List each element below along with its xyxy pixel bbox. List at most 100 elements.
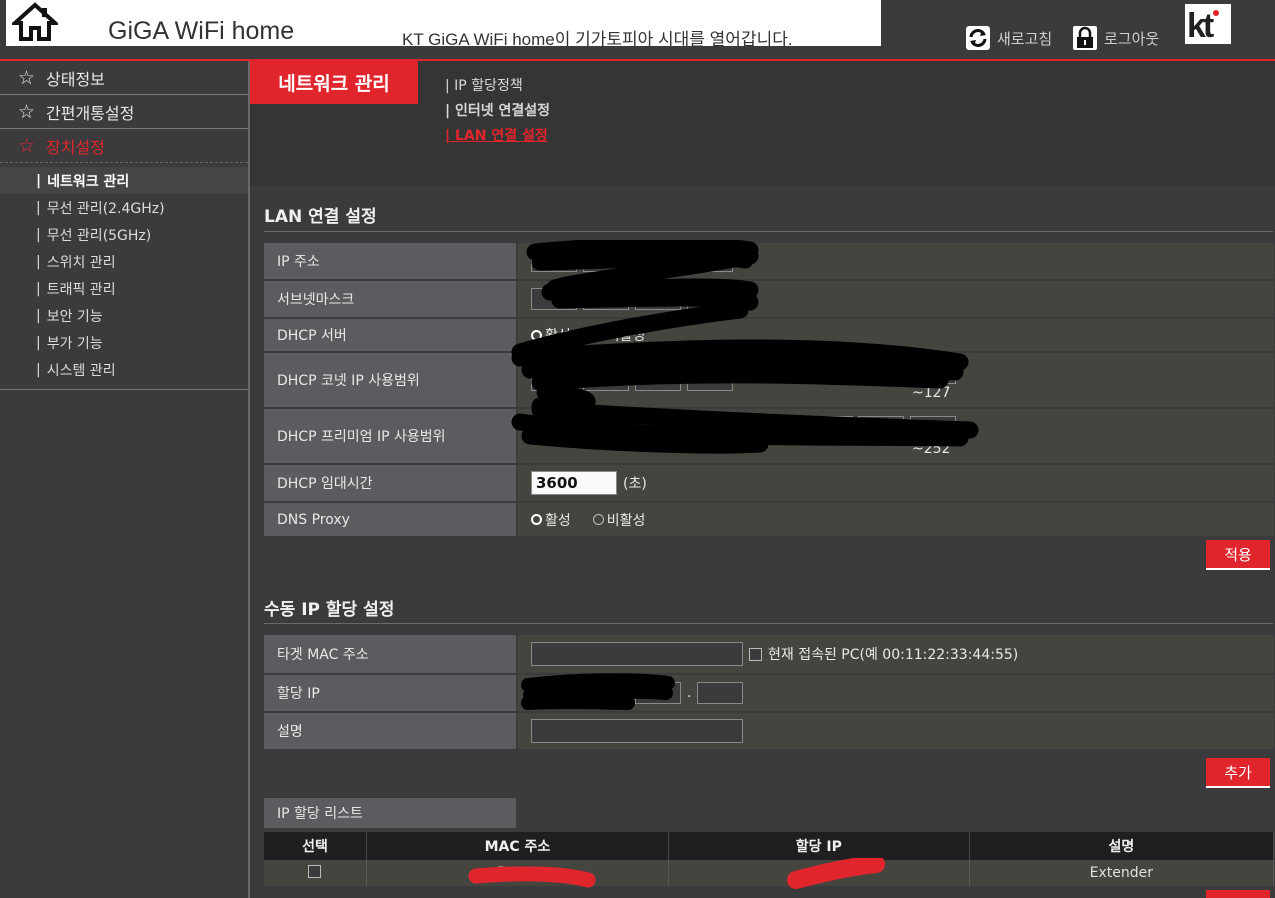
ip-octet-4[interactable] — [687, 250, 733, 272]
row-checkbox[interactable] — [308, 864, 322, 878]
dhcp-active-radio[interactable]: 활성 — [531, 325, 571, 345]
sidebar-item-label: 간편개통설정 — [46, 103, 135, 123]
dns-active-radio[interactable]: 활성 — [531, 510, 571, 530]
star-icon: ☆ — [18, 66, 36, 89]
ip-octet-1[interactable] — [531, 250, 577, 272]
sidebar-subitem-network[interactable]: | 네트워크 관리 — [0, 167, 248, 194]
subnet-octet-2[interactable] — [583, 288, 629, 310]
table-row: B0 12 17 Extender — [264, 860, 1275, 886]
cornet-end-note: ~127 — [912, 385, 951, 401]
main-content: 네트워크 관리 | IP 할당정책 | 인터넷 연결설정 | LAN 연결 설정… — [250, 61, 1275, 898]
mac-input[interactable] — [531, 642, 743, 666]
dhcp-inactive-radio[interactable]: 비활성 — [592, 325, 645, 345]
sub-nav: | IP 할당정책 | 인터넷 연결설정 | LAN 연결 설정 — [445, 75, 550, 150]
sidebar-subitem-extra[interactable]: | 부가 기능 — [0, 329, 248, 356]
sidebar-item-label: 상태정보 — [46, 69, 105, 89]
sidebar-item-status[interactable]: ☆ 상태정보 — [0, 61, 248, 95]
subnav-lan[interactable]: | LAN 연결 설정 — [445, 125, 550, 150]
ip-list-table: 선택 MAC 주소 할당 IP 설명 B0 12 17 Extender — [264, 832, 1275, 886]
subnet-octet-3[interactable] — [635, 288, 681, 310]
premium-octet-a[interactable] — [755, 416, 801, 438]
dns-proxy-value: 활성 비활성 — [518, 503, 1274, 536]
premium-end-note: ~252 — [912, 441, 951, 457]
row-dhcp-premium: DHCP 프리미엄 IP 사용범위 128~ ~252 — [264, 409, 1274, 463]
subnav-ip-policy[interactable]: | IP 할당정책 — [445, 75, 550, 100]
premium-end-octet[interactable] — [910, 416, 956, 438]
apply-button[interactable]: 적용 — [1206, 540, 1270, 570]
lease-label: DHCP 임대시간 — [264, 465, 516, 501]
col-select: 선택 — [264, 832, 367, 860]
top-bar: GiGA WiFi home KT GiGA WiFi home이 기가토피아 … — [0, 0, 1275, 60]
dns-inactive-radio[interactable]: 비활성 — [592, 510, 645, 530]
tagline: KT GiGA WiFi home이 기가토피아 시대를 열어갑니다. — [402, 30, 793, 49]
home-icon[interactable] — [12, 2, 58, 42]
logout-label: 로그아웃 — [1104, 29, 1160, 48]
sidebar-subitem-traffic[interactable]: | 트래픽 관리 — [0, 275, 248, 302]
subnet-value — [518, 281, 1274, 317]
row-dns-proxy: DNS Proxy 활성 비활성 — [264, 503, 1274, 536]
row-assign-ip: 할당 IP . — [264, 675, 1274, 711]
sidebar-subitem-switch[interactable]: | 스위치 관리 — [0, 248, 248, 275]
subnet-octet-1[interactable] — [531, 288, 577, 310]
cornet-octet-2[interactable] — [583, 369, 629, 391]
manual-section-title: 수동 IP 할당 설정 — [264, 600, 395, 620]
cornet-octet-4[interactable] — [687, 369, 733, 391]
ip-octet-2[interactable] — [583, 250, 629, 272]
row-lease: DHCP 임대시간 3600 (초) — [264, 465, 1274, 501]
assign-octet-2[interactable] — [583, 682, 629, 704]
section-header: 네트워크 관리 | IP 할당정책 | 인터넷 연결설정 | LAN 연결 설정 — [250, 61, 1275, 186]
subnet-octet-4[interactable] — [687, 288, 733, 310]
star-icon: ☆ — [18, 134, 36, 157]
dhcp-server-label: DHCP 서버 — [264, 319, 516, 351]
col-ip: 할당 IP — [668, 832, 970, 860]
assign-octet-3[interactable] — [635, 682, 681, 704]
sidebar-item-quick-setup[interactable]: ☆ 간편개통설정 — [0, 95, 248, 129]
lan-form: IP 주소 서브넷마스크 DHCP 서버 활성 비활성 DHCP 코넷 IP 사… — [264, 243, 1274, 538]
assign-octet-1[interactable] — [531, 682, 577, 704]
add-button[interactable]: 추가 — [1206, 758, 1270, 788]
table-header: 선택 MAC 주소 할당 IP 설명 — [264, 832, 1275, 860]
dhcp-cornet-label: DHCP 코넷 IP 사용범위 — [264, 353, 516, 407]
cornet-octet-3[interactable] — [635, 369, 681, 391]
row-desc-cell: Extender — [969, 860, 1275, 886]
cornet-octet-1[interactable] — [531, 369, 577, 391]
lan-section-title: LAN 연결 설정 — [264, 207, 377, 227]
desc-input[interactable] — [531, 719, 743, 743]
sidebar-subitem-system[interactable]: | 시스템 관리 — [0, 356, 248, 383]
divider — [264, 623, 1273, 624]
cornet-end-octet[interactable] — [910, 362, 956, 384]
kt-logo: kt — [1185, 4, 1231, 45]
premium-octet-c[interactable] — [858, 416, 904, 438]
delete-button-partial[interactable] — [1206, 890, 1270, 898]
mac-value: 현재 접속된 PC(예 00:11:22:33:44:55) — [518, 635, 1274, 673]
sidebar: ☆ 상태정보 ☆ 간편개통설정 ☆ 장치설정 | 네트워크 관리 | 무선 관리(2… — [0, 61, 250, 898]
subnav-internet[interactable]: | 인터넷 연결설정 — [445, 100, 550, 125]
desc-label: 설명 — [264, 713, 516, 749]
ip-list-label: IP 할당 리스트 — [264, 798, 516, 828]
device-settings-submenu: | 네트워크 관리 | 무선 관리(2.4GHz) | 무선 관리(5GHz) | 스위… — [0, 163, 248, 390]
row-dhcp-server: DHCP 서버 활성 비활성 — [264, 319, 1274, 351]
sidebar-subitem-security[interactable]: | 보안 기능 — [0, 302, 248, 329]
mac-hint: 현재 접속된 PC(예 00:11:22:33:44:55) — [768, 647, 1019, 663]
refresh-button[interactable]: 새로고침 — [965, 25, 1052, 51]
logout-button[interactable]: 로그아웃 — [1072, 25, 1159, 51]
col-desc: 설명 — [969, 832, 1275, 860]
star-icon: ☆ — [18, 100, 36, 123]
row-ip: IP 주소 — [264, 243, 1274, 279]
assign-octet-4[interactable] — [697, 682, 744, 704]
premium-octet-b[interactable] — [807, 416, 853, 438]
row-select-cell — [264, 860, 367, 886]
sidebar-item-device-settings[interactable]: ☆ 장치설정 — [0, 129, 248, 163]
dhcp-premium-label: DHCP 프리미엄 IP 사용범위 — [264, 409, 516, 463]
lease-input[interactable]: 3600 — [531, 471, 617, 495]
sidebar-subitem-wireless-5[interactable]: | 무선 관리(5GHz) — [0, 221, 248, 248]
sidebar-subitem-wireless-24[interactable]: | 무선 관리(2.4GHz) — [0, 194, 248, 221]
octet-dot: . — [687, 685, 692, 701]
row-subnet: 서브넷마스크 — [264, 281, 1274, 317]
row-ip-cell: 17 — [668, 860, 970, 886]
row-mac: 타겟 MAC 주소 현재 접속된 PC(예 00:11:22:33:44:55) — [264, 635, 1274, 673]
lock-icon — [1073, 26, 1097, 50]
ip-octet-3[interactable] — [635, 250, 681, 272]
current-pc-checkbox[interactable] — [749, 647, 762, 661]
premium-start-note: 128~ — [692, 441, 731, 457]
